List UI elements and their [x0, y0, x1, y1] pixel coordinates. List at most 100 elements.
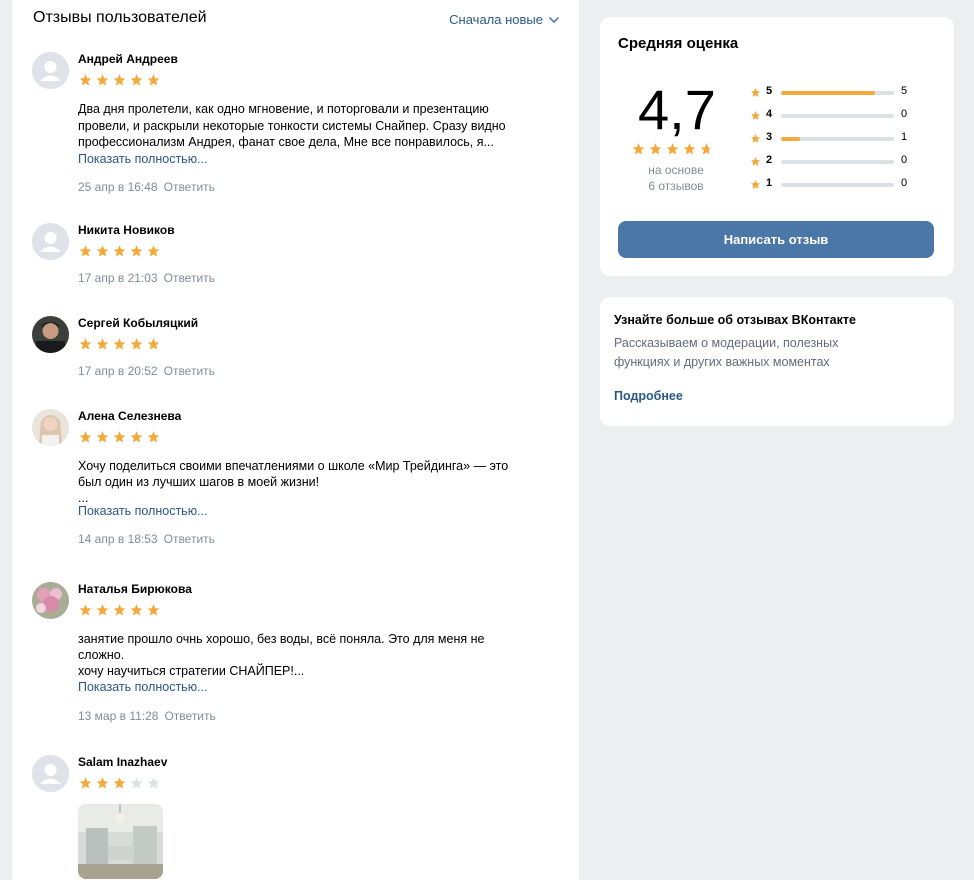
- show-more-link[interactable]: Показать полностью...: [78, 503, 562, 519]
- review-author[interactable]: Salam Inazhaev: [78, 755, 562, 769]
- review-meta: 14 апр в 18:53 Ответить: [78, 532, 562, 546]
- reply-link[interactable]: Ответить: [164, 180, 215, 194]
- show-more-link[interactable]: Показать полностью...: [78, 151, 562, 167]
- star-icon: [147, 777, 160, 789]
- star-icon: [130, 338, 143, 350]
- star-icon: [79, 245, 92, 257]
- distribution-row: 1 0: [750, 175, 920, 198]
- star-icon: [113, 338, 126, 350]
- reply-link[interactable]: Ответить: [164, 271, 215, 285]
- distribution-count: 0: [901, 154, 908, 166]
- distribution-stars-label: 2: [766, 154, 773, 166]
- user-icon: [32, 52, 69, 89]
- star-icon: [113, 604, 126, 616]
- distribution-stars-label: 3: [766, 131, 773, 143]
- review-author[interactable]: Сергей Кобыляцкий: [78, 316, 562, 330]
- distribution-stars-label: 1: [766, 177, 773, 189]
- star-icon: [96, 777, 109, 789]
- reply-link[interactable]: Ответить: [164, 364, 215, 378]
- distribution-bar-fill: [781, 91, 875, 95]
- review-date[interactable]: 25 апр в 16:48: [78, 180, 158, 194]
- info-card: Узнайте больше об отзывах ВКонтакте Расс…: [600, 297, 954, 426]
- distribution-row: 5 5: [750, 83, 920, 106]
- reply-link[interactable]: Ответить: [164, 709, 215, 723]
- review-rating: [78, 603, 562, 617]
- star-icon: [96, 74, 109, 86]
- review-author[interactable]: Наталья Бирюкова: [78, 582, 562, 596]
- room-photo-image: [78, 804, 163, 879]
- review-date[interactable]: 17 апр в 21:03: [78, 271, 158, 285]
- star-icon: [750, 156, 761, 166]
- star-icon: [130, 431, 143, 443]
- star-icon: [96, 604, 109, 616]
- star-icon: [130, 777, 143, 789]
- distribution-row: 2 0: [750, 152, 920, 175]
- review-author[interactable]: Андрей Андреев: [78, 52, 562, 66]
- review-rating: [78, 337, 562, 351]
- avatar[interactable]: [32, 582, 69, 619]
- avatar[interactable]: [32, 316, 69, 353]
- show-more-link[interactable]: Показать полностью...: [78, 679, 562, 695]
- learn-more-link[interactable]: Подробнее: [614, 389, 683, 403]
- star-icon: [130, 74, 143, 86]
- distribution-count: 0: [901, 177, 908, 189]
- chevron-down-icon: [549, 16, 559, 23]
- star-icon: [666, 143, 679, 155]
- review-rating: [78, 430, 562, 444]
- distribution-stars-label: 4: [766, 108, 773, 120]
- review-author[interactable]: Алена Селезнева: [78, 409, 562, 423]
- sort-dropdown[interactable]: Сначала новые: [449, 12, 559, 27]
- star-icon: [750, 179, 761, 189]
- star-icon: [79, 431, 92, 443]
- review-meta: 13 мар в 11:28 Ответить: [78, 709, 562, 723]
- distribution-bar-fill: [781, 137, 801, 141]
- review-date[interactable]: 13 мар в 11:28: [78, 709, 158, 723]
- star-icon: [147, 604, 160, 616]
- star-icon: [632, 143, 645, 155]
- star-icon: [79, 604, 92, 616]
- star-icon: [96, 338, 109, 350]
- star-icon: [750, 133, 761, 143]
- review-rating: [78, 244, 562, 258]
- review-author[interactable]: Никита Новиков: [78, 223, 562, 237]
- rating-summary-card: Средняя оценка 4,7 на основе 6 отзывов 5…: [600, 17, 954, 276]
- distribution-bar: [781, 183, 894, 187]
- star-icon: [750, 110, 761, 120]
- review-meta: 17 апр в 20:52 Ответить: [78, 364, 562, 378]
- reply-link[interactable]: Ответить: [164, 532, 215, 546]
- star-icon: [79, 74, 92, 86]
- star-icon: [113, 777, 126, 789]
- distribution-count: 0: [901, 108, 908, 120]
- distribution-count: 5: [901, 85, 908, 97]
- write-review-button[interactable]: Написать отзыв: [618, 221, 934, 258]
- star-icon: [130, 604, 143, 616]
- reviews-panel: Отзывы пользователей Сначала новые Андре…: [12, 0, 579, 880]
- info-text: Рассказываем о модерации, полезных функц…: [614, 336, 839, 369]
- star-icon: [649, 143, 662, 155]
- distribution-bar: [781, 160, 894, 164]
- review-meta: 25 апр в 16:48 Ответить: [78, 180, 562, 194]
- average-stars: [631, 142, 714, 156]
- star-icon: [113, 245, 126, 257]
- review-date[interactable]: 17 апр в 20:52: [78, 364, 158, 378]
- distribution-bar: [781, 91, 894, 95]
- star-icon: [700, 143, 713, 155]
- review-meta: 17 апр в 21:03 Ответить: [78, 271, 562, 285]
- avatar[interactable]: [32, 755, 69, 792]
- avatar[interactable]: [32, 223, 69, 260]
- user-photo-icon: [32, 582, 69, 619]
- review-rating: [78, 776, 562, 790]
- rating-distribution: 5 5 4 0 3 1 2 0 1 0: [750, 83, 920, 198]
- user-icon: [32, 755, 69, 792]
- review-rating: [78, 73, 562, 87]
- distribution-row: 3 1: [750, 129, 920, 152]
- star-icon: [147, 245, 160, 257]
- avatar[interactable]: [32, 409, 69, 446]
- review-photo[interactable]: [78, 804, 163, 879]
- reviews-header: Отзывы пользователей Сначала новые: [33, 9, 559, 33]
- star-icon: [147, 431, 160, 443]
- review-date[interactable]: 14 апр в 18:53: [78, 532, 158, 546]
- distribution-row: 4 0: [750, 106, 920, 129]
- distribution-bar: [781, 114, 894, 118]
- avatar[interactable]: [32, 52, 69, 89]
